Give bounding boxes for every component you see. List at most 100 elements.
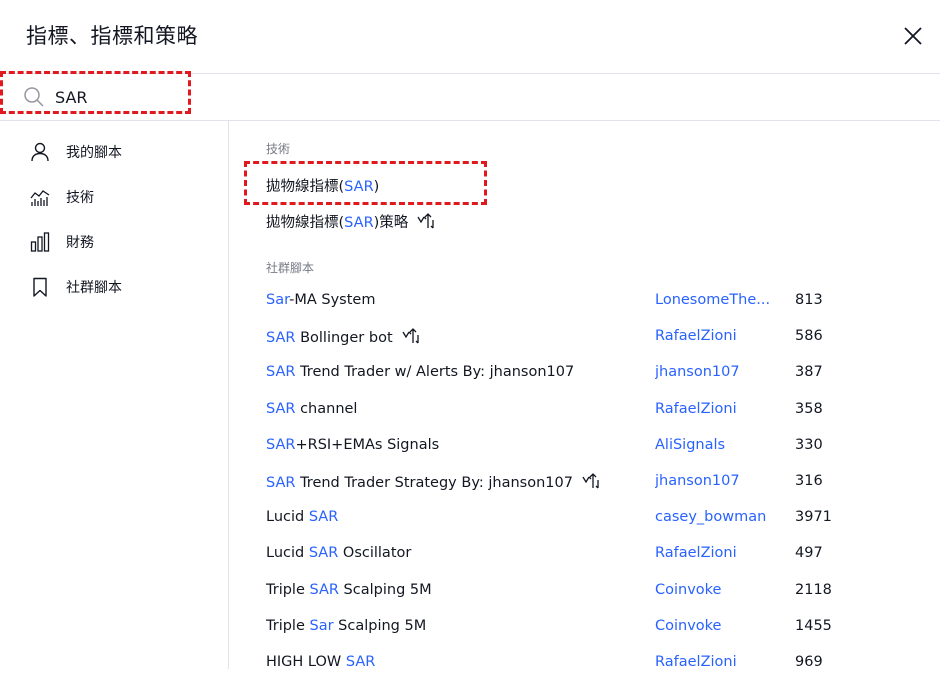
script-name-text: Trend Trader w/ Alerts By: jhanson107	[295, 364, 575, 381]
script-name-match: SAR	[266, 330, 296, 347]
script-name[interactable]: HIGH LOW SAR	[266, 654, 375, 670]
script-name-text: Triple	[266, 617, 310, 634]
sidebar-item-label: 財務	[66, 235, 94, 251]
script-author-link[interactable]: Coinvoke	[655, 582, 721, 598]
sidebar-item-my-scripts[interactable]: 我的腳本	[0, 131, 228, 171]
script-author-link[interactable]: RafaelZioni	[655, 654, 737, 670]
script-name[interactable]: SAR Bollinger bot	[266, 328, 420, 346]
script-name[interactable]: Triple SAR Scalping 5M	[266, 582, 432, 598]
bookmark-icon	[33, 277, 47, 297]
dialog-title: 指標、指標和策略	[26, 24, 198, 48]
item-text: 拋物線指標(	[266, 215, 345, 231]
script-name-match: SAR	[266, 400, 296, 417]
script-name[interactable]: SAR Trend Trader Strategy By: jhanson107	[266, 473, 600, 491]
script-name-match: SAR	[266, 436, 296, 453]
sidebar-item-community-scripts[interactable]: 社群腳本	[0, 266, 228, 306]
search-input[interactable]	[55, 83, 455, 111]
script-name-match: SAR	[308, 545, 339, 562]
sidebar-item-label: 社群腳本	[66, 280, 122, 296]
search-icon	[24, 87, 44, 107]
section-title-community-scripts: 社群腳本	[266, 261, 315, 275]
script-author-link[interactable]: RafaelZioni	[655, 401, 737, 417]
script-name[interactable]: Lucid SAR	[266, 509, 338, 525]
user-icon	[31, 142, 49, 162]
script-name-match: SAR	[345, 654, 376, 670]
close-icon[interactable]	[902, 25, 924, 47]
script-name[interactable]: Sar-MA System	[266, 292, 375, 308]
strategy-icon	[582, 473, 599, 489]
script-name-text: channel	[295, 400, 358, 417]
script-name-text: Scalping 5M	[333, 617, 427, 634]
script-likes-count: 586	[795, 328, 823, 345]
sidebar-item-label: 技術	[66, 190, 94, 206]
script-likes-count: 316	[795, 473, 823, 489]
script-author-link[interactable]: jhanson107	[655, 473, 740, 489]
table-row[interactable]: Triple SAR Scalping 5M Coinvoke 2118	[229, 574, 940, 610]
script-likes-count: 2118	[795, 581, 832, 598]
script-author-link[interactable]: AliSignals	[655, 437, 725, 453]
script-name-match: Sar	[266, 292, 290, 308]
script-likes-count: 358	[795, 400, 823, 417]
table-row[interactable]: HIGH LOW SAR RafaelZioni 969	[229, 646, 940, 682]
script-name-match: SAR	[308, 509, 339, 526]
script-name[interactable]: SAR+RSI+EMAs Signals	[266, 437, 439, 453]
sidebar-item-label: 我的腳本	[66, 145, 122, 161]
script-likes-count: 387	[795, 364, 823, 381]
sidebar-item-technical[interactable]: 技術	[0, 176, 228, 216]
script-author-link[interactable]: RafaelZioni	[655, 328, 737, 344]
script-likes-count: 1455	[795, 617, 832, 634]
item-text: 拋物線指標(	[266, 179, 345, 195]
script-likes-count: 330	[795, 436, 823, 453]
script-name[interactable]: SAR channel	[266, 401, 357, 417]
script-likes-count: 3971	[795, 509, 832, 526]
table-row[interactable]: Sar-MA System LonesomeThe... 813	[229, 284, 940, 320]
dialog-header: 指標、指標和策略	[0, 0, 940, 74]
technical-item-parabolic-sar-strategy[interactable]: 拋物線指標(SAR)策略	[266, 211, 435, 232]
table-row[interactable]: SAR Trend Trader w/ Alerts By: jhanson10…	[229, 356, 940, 392]
script-name-text: Bollinger bot	[295, 330, 393, 347]
script-likes-count: 969	[795, 654, 823, 670]
script-author-link[interactable]: Coinvoke	[655, 618, 721, 634]
script-author-link[interactable]: LonesomeThe...	[655, 292, 770, 308]
script-name-text: Lucid	[266, 509, 309, 526]
script-name[interactable]: Lucid SAR Oscillator	[266, 545, 411, 561]
script-name-match: Sar	[309, 617, 334, 634]
table-row[interactable]: SAR Trend Trader Strategy By: jhanson107…	[229, 465, 940, 501]
table-row[interactable]: Triple Sar Scalping 5M Coinvoke 1455	[229, 610, 940, 646]
item-text: )	[373, 179, 380, 195]
script-name-text: HIGH LOW	[266, 654, 346, 670]
script-name[interactable]: SAR Trend Trader w/ Alerts By: jhanson10…	[266, 364, 574, 380]
technical-item-parabolic-sar[interactable]: 拋物線指標(SAR)	[266, 175, 379, 196]
script-likes-count: 497	[795, 545, 823, 562]
strategy-icon	[417, 213, 434, 229]
script-name-match: SAR	[266, 364, 296, 381]
script-name-text: Triple	[266, 581, 310, 598]
table-row[interactable]: Lucid SAR casey_bowman 3971	[229, 501, 940, 537]
script-name[interactable]: Triple Sar Scalping 5M	[266, 618, 426, 634]
item-text: )策略	[373, 215, 409, 231]
sidebar: 我的腳本 技術 財務 社群腳本	[0, 121, 229, 669]
chart-icon	[30, 190, 50, 206]
table-row[interactable]: SAR Bollinger bot RafaelZioni 586	[229, 320, 940, 356]
script-name-text: Oscillator	[338, 545, 412, 562]
script-name-text: -MA System	[289, 292, 376, 308]
script-name-match: SAR	[309, 581, 339, 598]
section-title-technical: 技術	[266, 142, 291, 156]
bar-chart-icon	[30, 232, 50, 252]
script-name-match: SAR	[266, 475, 296, 491]
script-author-link[interactable]: RafaelZioni	[655, 545, 737, 561]
script-name-text: Trend Trader Strategy By: jhanson107	[295, 475, 573, 491]
item-match-text: SAR	[344, 215, 374, 231]
item-match-text: SAR	[344, 179, 374, 195]
table-row[interactable]: SAR channel RafaelZioni 358	[229, 393, 940, 429]
sidebar-item-financials[interactable]: 財務	[0, 221, 228, 261]
table-row[interactable]: SAR+RSI+EMAs Signals AliSignals 330	[229, 429, 940, 465]
script-name-text: Lucid	[266, 545, 309, 562]
script-name-text: Scalping 5M	[338, 581, 432, 598]
script-author-link[interactable]: casey_bowman	[655, 509, 766, 525]
search-bar	[0, 74, 940, 121]
strategy-icon	[402, 328, 419, 344]
table-row[interactable]: Lucid SAR Oscillator RafaelZioni 497	[229, 537, 940, 573]
script-name-text: +RSI+EMAs Signals	[295, 436, 440, 453]
script-author-link[interactable]: jhanson107	[655, 364, 740, 380]
